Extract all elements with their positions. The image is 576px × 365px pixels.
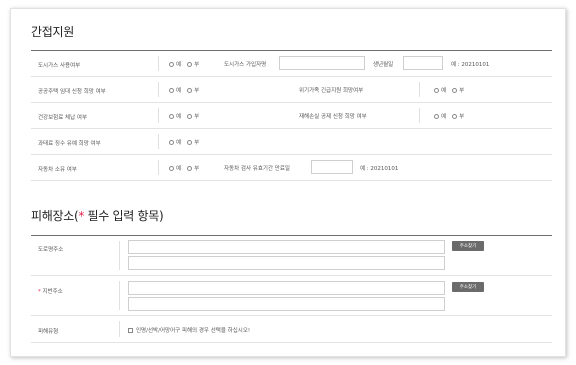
divider bbox=[158, 56, 159, 71]
radio-circle-icon[interactable] bbox=[452, 113, 458, 119]
radio-no[interactable]: 부 bbox=[452, 112, 464, 120]
radio-circle-icon[interactable] bbox=[434, 113, 439, 119]
radio-no[interactable]: 부 bbox=[187, 86, 199, 94]
radio-circle-icon[interactable] bbox=[187, 87, 193, 93]
damage-location-table: 도로명주소 주소찾기 * 지번주소 주소찾기 피해유형 인명/선박/어망어구 피… bbox=[31, 235, 552, 343]
radio-circle-icon[interactable] bbox=[169, 113, 174, 119]
row-label: 도시가스 사용여부 bbox=[38, 63, 81, 69]
radio-no[interactable]: 부 bbox=[187, 112, 199, 120]
crisis-support-label: 위기가족 긴급지원 희망여부 bbox=[299, 88, 364, 94]
lot-address-label: * 지번주소 bbox=[38, 289, 63, 295]
row-health-insurance: 건강보험료 체납 여부 예 부 재해손실 공제 신청 희망 여부 예 부 bbox=[31, 103, 552, 129]
row-label: 건강보험료 체납 여부 bbox=[38, 115, 88, 121]
divider bbox=[419, 108, 420, 123]
damage-type-option[interactable]: 인명/선박/어망어구 피해의 경우 선택을 하십시오! bbox=[128, 326, 250, 334]
road-address-label: 도로명주소 bbox=[38, 247, 64, 253]
gas-subscriber-input[interactable] bbox=[279, 56, 365, 70]
row-public-housing: 공공주택 임대 신청 희망 여부 예 부 위기가족 긴급지원 희망여부 예 부 bbox=[31, 77, 552, 103]
radio-circle-icon[interactable] bbox=[169, 87, 174, 93]
radio-yes[interactable]: 예 bbox=[434, 86, 446, 94]
radio-yes[interactable]: 예 bbox=[169, 112, 181, 120]
row-vehicle-ownership: 자동차 소유 여부 예 부 자동차 검사 유효기간 만료일 예 : 202101… bbox=[31, 155, 552, 181]
radio-circle-icon[interactable] bbox=[187, 139, 193, 145]
damage-type-label: 피해유형 bbox=[38, 329, 59, 335]
radio-yes[interactable]: 예 bbox=[169, 164, 181, 172]
radio-no[interactable]: 부 bbox=[187, 164, 199, 172]
date-format-hint: 예 : 20210101 bbox=[451, 62, 490, 68]
radio-no[interactable]: 부 bbox=[187, 60, 199, 68]
row-damage-type: 피해유형 인명/선박/어망어구 피해의 경우 선택을 하십시오! bbox=[31, 316, 552, 343]
gas-subscriber-label: 도시가스 가입자명 bbox=[224, 62, 267, 68]
fine-deferral-radio-group: 예 부 bbox=[169, 138, 199, 146]
indirect-support-table: 도시가스 사용여부 예 부 도시가스 가입자명 생년월일 예 : 2021010… bbox=[31, 50, 552, 181]
section-title-damage-location: 피해장소(* 필수 입력 항목) bbox=[31, 209, 164, 223]
road-address-detail-input[interactable] bbox=[128, 256, 445, 270]
row-gas-usage: 도시가스 사용여부 예 부 도시가스 가입자명 생년월일 예 : 2021010… bbox=[31, 51, 552, 77]
vehicle-inspection-label: 자동차 검사 유효기간 만료일 bbox=[224, 166, 290, 172]
divider bbox=[119, 281, 120, 310]
radio-yes[interactable]: 예 bbox=[169, 60, 181, 68]
row-label: 자동차 소유 여부 bbox=[38, 167, 77, 173]
checkbox-icon[interactable] bbox=[128, 328, 133, 333]
radio-no[interactable]: 부 bbox=[187, 138, 199, 146]
radio-circle-icon[interactable] bbox=[169, 139, 174, 145]
radio-circle-icon[interactable] bbox=[452, 87, 458, 93]
birth-date-input[interactable] bbox=[403, 56, 443, 70]
divider bbox=[119, 241, 120, 270]
divider bbox=[119, 321, 120, 337]
required-star-icon: * bbox=[38, 289, 41, 295]
lot-address-search-button[interactable]: 주소찾기 bbox=[452, 282, 484, 292]
lot-address-detail-input[interactable] bbox=[128, 297, 445, 311]
crisis-support-radio-group: 예 부 bbox=[434, 86, 464, 94]
row-label: 공공주택 임대 신청 희망 여부 bbox=[38, 89, 106, 95]
road-address-input[interactable] bbox=[128, 240, 445, 254]
health-insurance-radio-group: 예 부 bbox=[169, 112, 199, 120]
radio-circle-icon[interactable] bbox=[187, 165, 193, 171]
disaster-deduction-label: 재해손실 공제 신청 희망 여부 bbox=[299, 114, 367, 120]
road-address-search-button[interactable]: 주소찾기 bbox=[452, 241, 484, 251]
divider bbox=[419, 82, 420, 97]
radio-circle-icon[interactable] bbox=[434, 87, 439, 93]
section-title-indirect-support: 간접지원 bbox=[31, 25, 74, 39]
divider bbox=[158, 108, 159, 123]
row-label: 과태료 징수 유예 희망 여부 bbox=[38, 141, 101, 147]
divider bbox=[158, 82, 159, 97]
vehicle-inspection-input[interactable] bbox=[311, 160, 353, 174]
radio-yes[interactable]: 예 bbox=[169, 138, 181, 146]
radio-no[interactable]: 부 bbox=[452, 86, 464, 94]
row-lot-address: * 지번주소 주소찾기 bbox=[31, 276, 552, 316]
radio-circle-icon[interactable] bbox=[187, 113, 193, 119]
row-fine-deferral: 과태료 징수 유예 희망 여부 예 부 bbox=[31, 129, 552, 155]
form-panel: 간접지원 도시가스 사용여부 예 부 도시가스 가입자명 생년월일 예 : 20… bbox=[10, 8, 566, 357]
date-format-hint: 예 : 20210101 bbox=[360, 166, 399, 172]
radio-yes[interactable]: 예 bbox=[169, 86, 181, 94]
disaster-deduction-radio-group: 예 부 bbox=[434, 112, 464, 120]
lot-address-input[interactable] bbox=[128, 281, 445, 295]
public-housing-radio-group: 예 부 bbox=[169, 86, 199, 94]
divider bbox=[158, 160, 159, 175]
radio-circle-icon[interactable] bbox=[187, 61, 193, 67]
divider bbox=[158, 134, 159, 149]
gas-usage-radio-group: 예 부 bbox=[169, 60, 199, 68]
radio-circle-icon[interactable] bbox=[169, 61, 174, 67]
birth-date-label: 생년월일 bbox=[373, 62, 394, 68]
radio-yes[interactable]: 예 bbox=[434, 112, 446, 120]
row-road-address: 도로명주소 주소찾기 bbox=[31, 236, 552, 276]
vehicle-ownership-radio-group: 예 부 bbox=[169, 164, 199, 172]
radio-circle-icon[interactable] bbox=[169, 165, 174, 171]
